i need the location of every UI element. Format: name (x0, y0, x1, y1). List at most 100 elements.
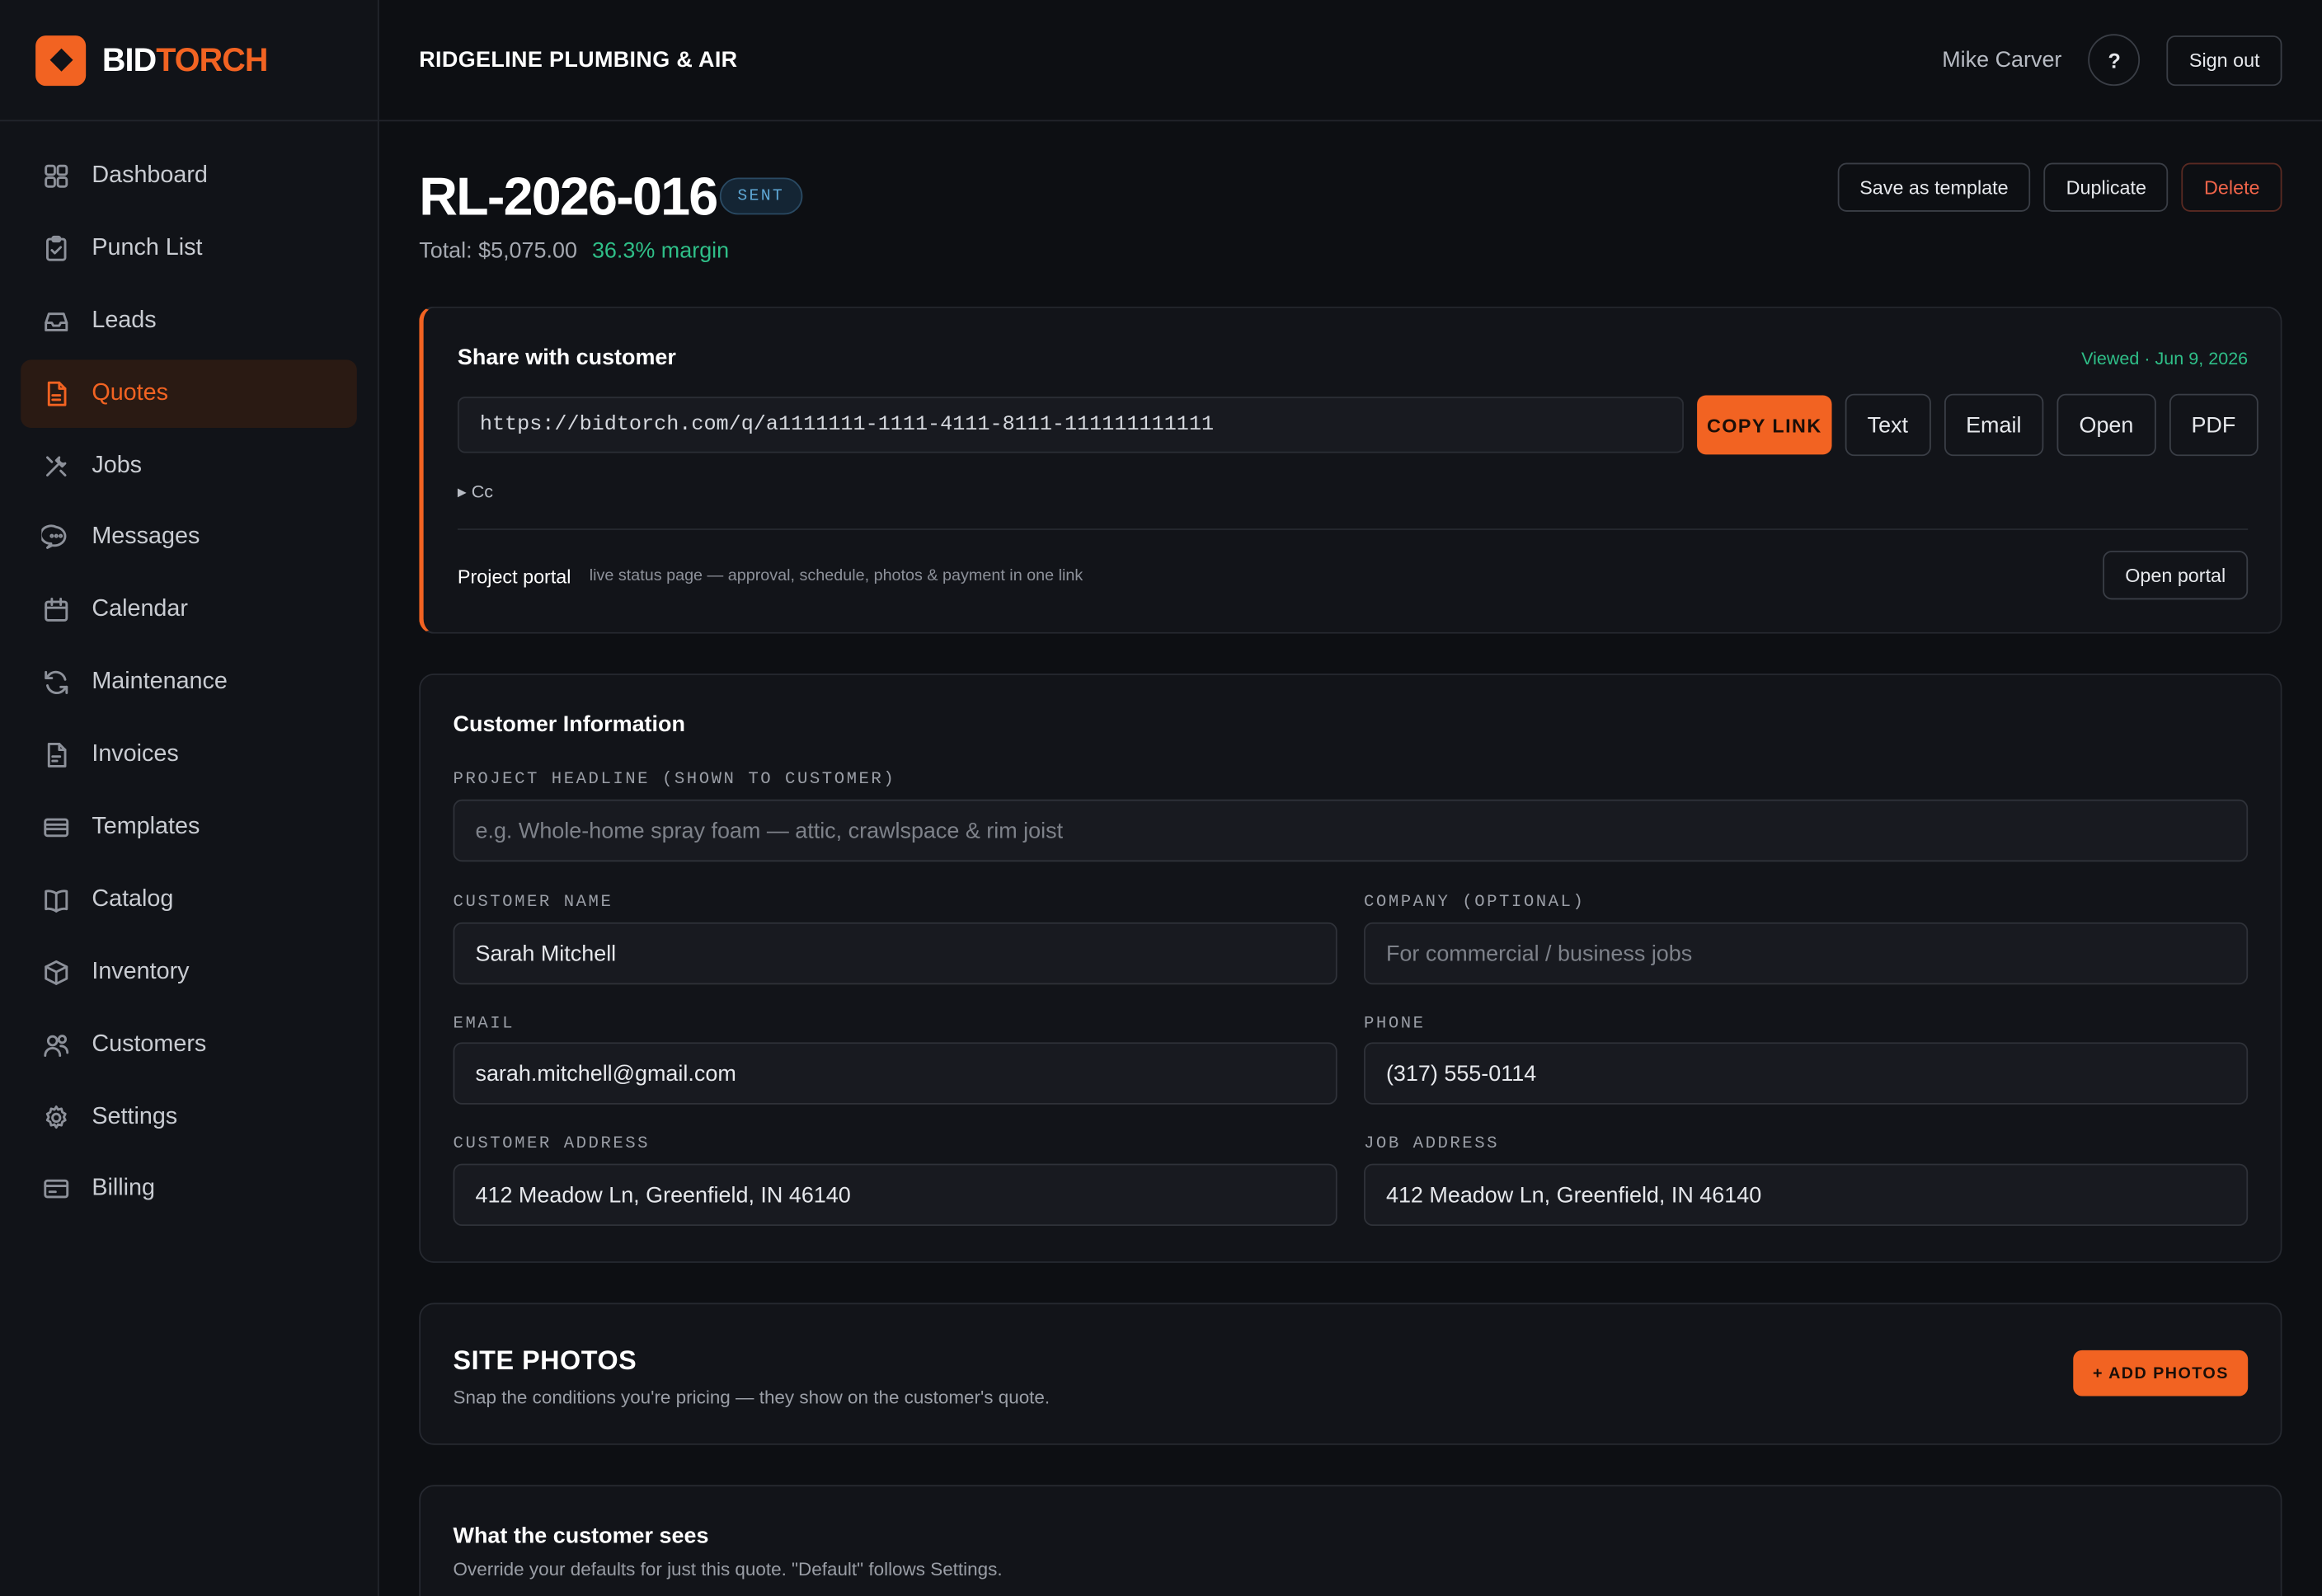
company-label: COMPANY (OPTIONAL) (1364, 892, 1586, 913)
sidebar-item-messages[interactable]: Messages (21, 504, 357, 572)
customer-name-input[interactable]: Sarah Mitchell (453, 922, 1337, 985)
sidebar-nav: Dashboard Punch List Leads Quotes Jobs Messag… (0, 121, 378, 1223)
customer-address-label: CUSTOMER ADDRESS (453, 1134, 651, 1154)
sidebar-item-leads[interactable]: Leads (21, 287, 357, 355)
headline-label: PROJECT HEADLINE (SHOWN TO CUSTOMER) (453, 769, 896, 790)
sidebar-item-punch-list[interactable]: Punch List (21, 214, 357, 283)
quote-actions: Save as template Duplicate Delete (1837, 162, 2282, 212)
layers-icon (41, 813, 71, 843)
document-icon (41, 378, 71, 408)
share-pdf-button[interactable]: PDF (2169, 393, 2259, 457)
status-badge: SENT (719, 177, 802, 215)
share-text-button[interactable]: Text (1845, 393, 1930, 457)
customer-sees-subtitle: Override your defaults for just this quo… (453, 1559, 1003, 1580)
share-title: Share with customer (457, 345, 676, 370)
sidebar-item-label: Customers (92, 1031, 207, 1057)
brand[interactable]: BIDTORCH (0, 0, 378, 122)
sidebar-item-label: Billing (92, 1176, 156, 1202)
sidebar-item-templates[interactable]: Templates (21, 794, 357, 862)
help-button[interactable]: ? (2088, 34, 2141, 87)
job-address-input[interactable]: 412 Meadow Ln, Greenfield, IN 46140 (1364, 1163, 2249, 1227)
calendar-icon (41, 596, 71, 626)
sidebar: BIDTORCH Dashboard Punch List Leads Quotes J… (0, 0, 379, 1596)
site-photos-card: SITE PHOTOS Snap the conditions you're p… (419, 1303, 2282, 1445)
headline-input[interactable]: e.g. Whole-home spray foam — attic, craw… (453, 799, 2249, 862)
open-portal-button[interactable]: Open portal (2103, 551, 2249, 600)
share-open-button[interactable]: Open (2056, 393, 2156, 457)
customer-sees-title: What the customer sees (453, 1523, 709, 1549)
sidebar-item-label: Catalog (92, 886, 174, 913)
book-icon (41, 885, 71, 915)
sidebar-item-inventory[interactable]: Inventory (21, 938, 357, 1007)
sidebar-item-dashboard[interactable]: Dashboard (21, 142, 357, 210)
quote-total-line: Total: $5,075.00 36.3% margin (419, 238, 729, 264)
clipboard-check-icon (41, 234, 71, 264)
sidebar-item-label: Jobs (92, 452, 143, 478)
portal-description: live status page — approval, schedule, p… (589, 566, 1083, 585)
sidebar-item-customers[interactable]: Customers (21, 1011, 357, 1079)
delete-button[interactable]: Delete (2182, 162, 2282, 212)
portal-label: Project portal (457, 566, 571, 588)
sidebar-item-label: Quotes (92, 379, 169, 406)
email-input[interactable]: sarah.mitchell@gmail.com (453, 1042, 1337, 1105)
sidebar-item-quotes[interactable]: Quotes (21, 359, 357, 428)
sidebar-item-label: Settings (92, 1103, 178, 1129)
customer-name-label: CUSTOMER NAME (453, 892, 613, 913)
phone-input[interactable]: (317) 555-0114 (1364, 1042, 2249, 1105)
credit-card-icon (41, 1175, 71, 1204)
save-as-template-button[interactable]: Save as template (1837, 162, 2031, 212)
main-content: RL-2026-016 SENT Total: $5,075.00 36.3% m… (419, 121, 2282, 1596)
sidebar-item-label: Invoices (92, 741, 179, 767)
divider (457, 528, 2249, 530)
sidebar-item-jobs[interactable]: Jobs (21, 432, 357, 500)
site-photos-subtitle: Snap the conditions you're pricing — the… (453, 1387, 1051, 1408)
duplicate-button[interactable]: Duplicate (2043, 162, 2169, 212)
sidebar-item-label: Inventory (92, 959, 190, 984)
inbox-icon (41, 306, 71, 336)
sidebar-item-label: Dashboard (92, 162, 208, 189)
chat-icon (41, 523, 71, 553)
quote-margin: 36.3% margin (591, 238, 730, 264)
share-card: Share with customer Viewed · Jun 9, 2026… (419, 306, 2282, 634)
gear-icon (41, 1102, 71, 1132)
top-bar: RIDGELINE PLUMBING & AIR Mike Carver ? S… (378, 0, 2322, 122)
users-icon (41, 1030, 71, 1059)
quote-number: RL-2026-016 (419, 166, 718, 227)
share-url-field[interactable]: https://bidtorch.com/q/a1111111-1111-411… (457, 397, 1684, 453)
brand-logo-icon (35, 35, 87, 86)
sign-out-button[interactable]: Sign out (2166, 35, 2282, 86)
sidebar-item-label: Maintenance (92, 669, 228, 695)
sidebar-item-label: Punch List (92, 235, 203, 261)
sidebar-item-maintenance[interactable]: Maintenance (21, 649, 357, 717)
tools-icon (41, 451, 71, 481)
sidebar-item-label: Templates (92, 814, 200, 840)
share-buttons: Text Email Open PDF (1845, 393, 2259, 457)
grid-icon (41, 162, 71, 191)
file-icon (41, 740, 71, 770)
sidebar-item-billing[interactable]: Billing (21, 1156, 357, 1224)
cc-toggle[interactable]: ▸ Cc (458, 481, 493, 502)
add-photos-button[interactable]: + ADD PHOTOS (2073, 1350, 2249, 1396)
sidebar-item-calendar[interactable]: Calendar (21, 576, 357, 645)
phone-label: PHONE (1364, 1014, 1426, 1034)
customer-info-card: Customer Information PROJECT HEADLINE (S… (419, 674, 2282, 1263)
sidebar-item-label: Calendar (92, 597, 188, 622)
sidebar-item-invoices[interactable]: Invoices (21, 721, 357, 790)
brand-name: BIDTORCH (101, 40, 269, 78)
customer-address-input[interactable]: 412 Meadow Ln, Greenfield, IN 46140 (453, 1163, 1337, 1227)
email-label: EMAIL (453, 1014, 515, 1034)
sidebar-item-label: Leads (92, 307, 157, 333)
copy-link-button[interactable]: COPY LINK (1697, 395, 1832, 455)
job-address-label: JOB ADDRESS (1364, 1134, 1500, 1154)
box-icon (41, 958, 71, 988)
customer-sees-card: What the customer sees Override your def… (419, 1485, 2282, 1596)
user-name: Mike Carver (1942, 47, 2062, 73)
share-email-button[interactable]: Email (1944, 393, 2044, 457)
site-photos-title: SITE PHOTOS (453, 1345, 637, 1376)
sidebar-item-label: Messages (92, 524, 200, 551)
quote-total: Total: $5,075.00 (419, 238, 577, 264)
company-input[interactable]: For commercial / business jobs (1364, 922, 2249, 985)
refresh-icon (41, 668, 71, 697)
sidebar-item-settings[interactable]: Settings (21, 1083, 357, 1152)
sidebar-item-catalog[interactable]: Catalog (21, 866, 357, 934)
